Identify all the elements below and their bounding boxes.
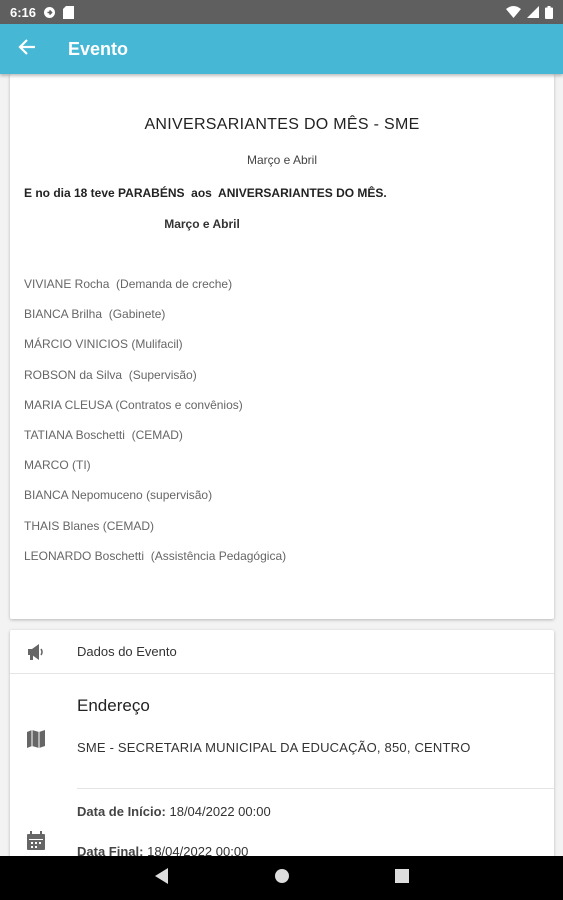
- event-description-card: ANIVERSARIANTES DO MÊS - SME Março e Abr…: [10, 74, 554, 619]
- description-subtitle: Março e Abril: [246, 153, 318, 167]
- system-nav-bar: [0, 856, 563, 900]
- signal-icon: [527, 6, 539, 18]
- list-item: LEONARDO Boschetti (Assistência Pedagógi…: [24, 548, 287, 563]
- nav-recents-button[interactable]: [390, 866, 414, 890]
- status-right: [506, 5, 553, 19]
- wifi-icon: [506, 6, 521, 18]
- nav-home-button[interactable]: [270, 866, 294, 890]
- home-circle-icon: [274, 868, 290, 889]
- event-data-label: Dados do Evento: [77, 644, 177, 659]
- calendar-icon: [25, 830, 47, 852]
- address-title: Endereço: [77, 696, 150, 715]
- status-bar: 6:16: [0, 0, 563, 24]
- list-item: BIANCA Brilha (Gabinete): [24, 307, 166, 322]
- description-bold-line: E no dia 18 teve PARABÉNS aos ANIVERSARI…: [24, 186, 387, 200]
- event-data-card: Dados do Evento Endereço SME - SECRETARI…: [10, 630, 554, 856]
- app-bar: Evento: [0, 24, 563, 74]
- birthday-list: VIVIANE Rocha (Demanda de creche) BIANCA…: [24, 277, 286, 579]
- recents-square-icon: [394, 868, 409, 888]
- play-protect-icon: [43, 6, 56, 19]
- start-date: Data de Início: 18/04/2022 00:00: [77, 804, 271, 819]
- event-content[interactable]: ANIVERSARIANTES DO MÊS - SME Março e Abr…: [0, 74, 563, 856]
- end-date-label: Data Final:: [77, 844, 144, 856]
- map-icon: [25, 728, 47, 750]
- status-left: 6:16: [10, 4, 75, 20]
- back-button[interactable]: [14, 36, 40, 62]
- arrow-left-icon: [18, 38, 36, 61]
- description-title: ANIVERSARIANTES DO MÊS - SME: [144, 116, 420, 133]
- battery-icon: [545, 5, 553, 19]
- list-item: MARCO (TI): [24, 458, 91, 473]
- start-date-label: Data de Início:: [77, 804, 166, 819]
- back-triangle-icon: [154, 867, 169, 889]
- status-time: 6:16: [10, 4, 37, 20]
- end-date: Data Final: 18/04/2022 00:00: [77, 844, 248, 856]
- page-title: Evento: [68, 38, 129, 59]
- list-item: VIVIANE Rocha (Demanda de creche): [24, 277, 233, 291]
- list-item: TATIANA Boschetti (CEMAD): [24, 427, 183, 442]
- address-value[interactable]: SME - SECRETARIA MUNICIPAL DA EDUCAÇÃO, …: [77, 740, 471, 755]
- event-data-header: Dados do Evento: [10, 630, 554, 674]
- list-item: BIANCA Nepomuceno (supervisão): [24, 488, 213, 503]
- megaphone-icon: [25, 641, 47, 663]
- end-date-value: 18/04/2022 00:00: [147, 844, 249, 856]
- list-item: MARIA CLEUSA (Contratos e convênios): [24, 397, 243, 412]
- start-date-value: 18/04/2022 00:00: [169, 804, 271, 819]
- list-item: MÁRCIO VINICIOS (Mulifacil): [24, 337, 183, 352]
- description-bold-subtitle: Março e Abril: [164, 217, 240, 231]
- list-item: ROBSON da Silva (Supervisão): [24, 367, 197, 382]
- sd-card-icon: [63, 5, 75, 19]
- divider: [77, 788, 554, 789]
- list-item: THAIS Blanes (CEMAD): [24, 518, 155, 533]
- nav-back-button[interactable]: [150, 866, 174, 890]
